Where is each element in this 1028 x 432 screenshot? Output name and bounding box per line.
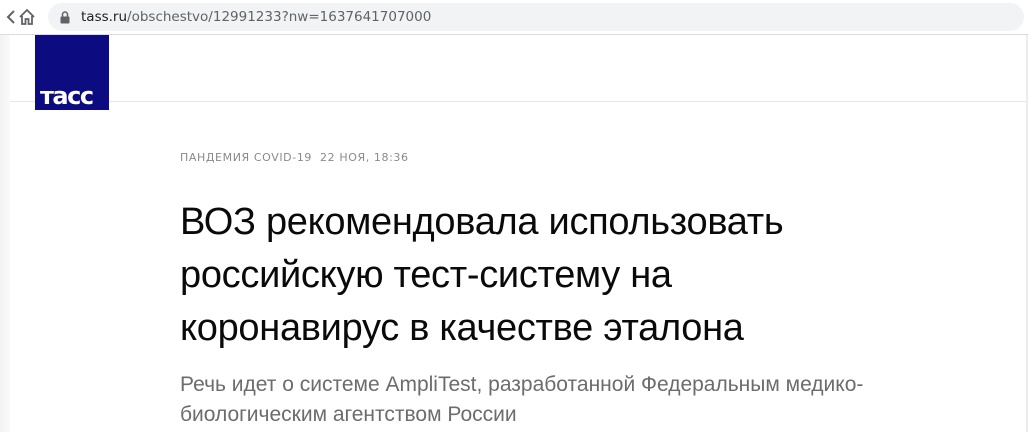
- header-divider: [10, 101, 1026, 102]
- lock-icon: [59, 10, 71, 24]
- address-bar[interactable]: tass.ru/obschestvo/12991233?nw=163764170…: [48, 3, 1024, 31]
- url-text: tass.ru/obschestvo/12991233?nw=163764170…: [81, 9, 431, 25]
- logo-text: тасс: [40, 82, 94, 110]
- url-host: tass.ru: [81, 9, 128, 25]
- page-left-margin: [0, 35, 10, 432]
- article-meta: ПАНДЕМИЯ COVID-19 22 НОЯ, 18:36: [180, 151, 409, 164]
- article-lead: Речь идет о системе AmpliTest, разработа…: [180, 373, 864, 426]
- browser-toolbar: tass.ru/obschestvo/12991233?nw=163764170…: [0, 0, 1028, 35]
- article-headline: ВОЗ рекомендовала использовать российску…: [180, 201, 784, 349]
- article-rubric-link[interactable]: ПАНДЕМИЯ COVID-19: [180, 151, 312, 164]
- home-icon[interactable]: [16, 6, 38, 28]
- article-date: 22 НОЯ, 18:36: [320, 151, 409, 164]
- tass-logo[interactable]: тасс: [35, 35, 109, 110]
- url-path: /obschestvo/12991233?nw=1637641707000: [127, 9, 432, 25]
